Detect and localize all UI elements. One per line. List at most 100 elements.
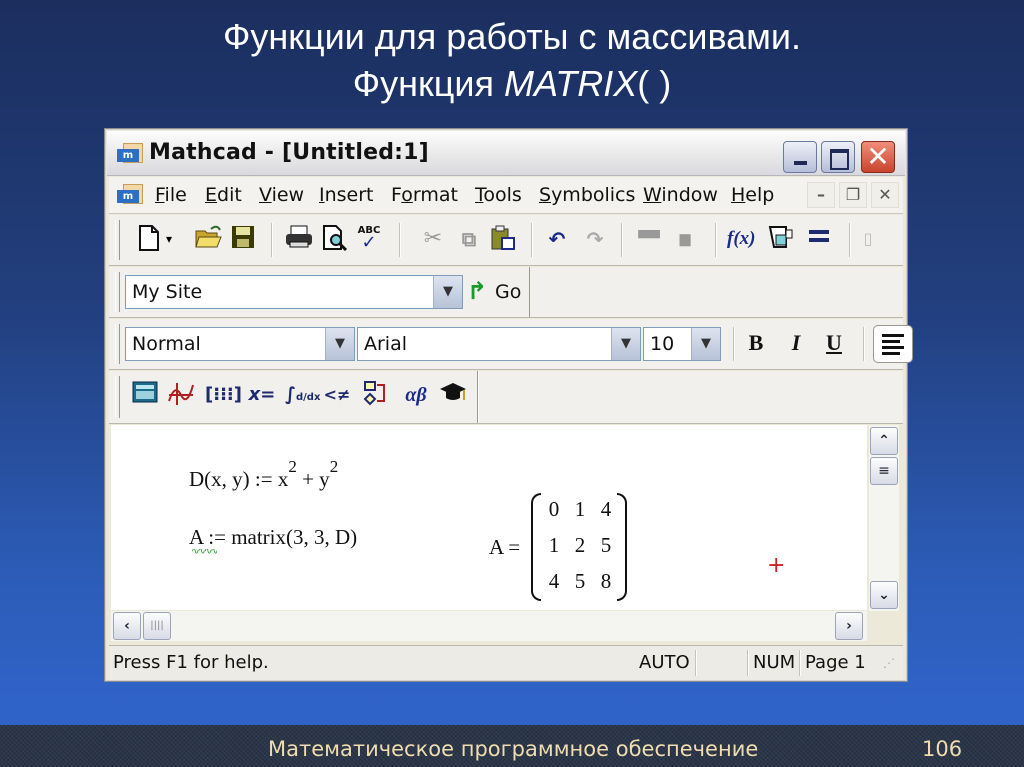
scroll-right-button[interactable]: › <box>835 612 863 640</box>
footer-course-name: Математическое программное обеспечение <box>268 737 759 761</box>
calculator-palette-icon[interactable] <box>131 381 159 409</box>
maximize-icon <box>822 142 854 172</box>
resize-grip-icon[interactable]: ⋰ <box>883 652 895 674</box>
insert-function-icon[interactable]: f(x) <box>727 225 755 253</box>
matrix-cell: 4 <box>600 497 612 521</box>
status-calc-mode: AUTO <box>639 652 690 673</box>
style-combobox[interactable]: Normal ▼ <box>125 327 355 361</box>
print-icon[interactable] <box>285 225 313 253</box>
worksheet-area[interactable]: D(x, y) := x2 + y2 A := matrix(3, 3, D) … <box>111 425 867 610</box>
toolbar-grip[interactable] <box>115 272 120 312</box>
vertical-scrollbar[interactable]: ⌃ ≡ ⌄ <box>869 425 899 611</box>
matrix-cell: 0 <box>548 497 560 521</box>
address-value[interactable]: My Site <box>132 281 202 303</box>
scroll-left-button[interactable]: ‹ <box>113 612 141 640</box>
boolean-palette-icon[interactable]: <≠ <box>323 381 351 409</box>
menu-edit[interactable]: Edit <box>205 184 242 206</box>
menu-window[interactable]: Window <box>643 184 718 206</box>
new-dropdown-icon[interactable]: ▾ <box>161 225 177 253</box>
chevron-left-icon: ‹ <box>124 618 130 634</box>
menu-insert[interactable]: Insert <box>319 184 374 206</box>
toolbar-grip[interactable] <box>115 220 120 260</box>
status-help-text: Press F1 for help. <box>113 652 269 673</box>
spell-check-icon[interactable]: ABC ✓ <box>355 225 383 253</box>
menu-tools[interactable]: Tools <box>475 184 522 206</box>
undo-icon[interactable]: ↶ <box>543 225 571 253</box>
chevron-up-icon: ⌃ <box>878 433 890 449</box>
calculus-palette-icon[interactable]: ∫d/dx <box>285 381 320 409</box>
formatting-toolbar: Normal ▼ Arial ▼ 10 ▼ B I U <box>109 319 913 370</box>
calculate-icon[interactable] <box>805 225 833 253</box>
menu-file[interactable]: File <box>155 184 187 206</box>
chevron-down-icon[interactable]: ▼ <box>433 276 462 308</box>
standard-toolbar: ▾ ABC ✓ ✂ ⧉ ↶ ↷ ▀▀ ▄ ▀ f(x) ▯ <box>109 215 903 266</box>
minimize-button[interactable] <box>783 141 817 173</box>
warning-underline: ∿∿∿∿∿∿∿ <box>191 549 217 555</box>
chevron-down-icon[interactable]: ▼ <box>691 328 720 360</box>
document-close-button[interactable]: ✕ <box>871 182 899 208</box>
align-across-icon[interactable]: ▀▀ <box>635 225 663 253</box>
go-arrow-icon: ↱ <box>467 277 488 305</box>
title-function-name: MATRIX <box>503 63 638 104</box>
left-paren <box>531 493 541 601</box>
document-icon[interactable]: m <box>117 184 143 204</box>
save-icon[interactable] <box>229 225 257 253</box>
go-button[interactable]: ↱ Go <box>467 275 521 309</box>
chevron-down-icon[interactable]: ▼ <box>611 328 640 360</box>
toolbar-grip[interactable] <box>115 324 120 364</box>
graph-palette-icon[interactable] <box>167 381 195 409</box>
go-label: Go <box>495 281 522 303</box>
title-bar[interactable]: m Mathcad - [Untitled:1] ✕ <box>107 131 905 176</box>
paste-icon[interactable] <box>489 225 517 253</box>
menu-view[interactable]: View <box>259 184 304 206</box>
font-size-value[interactable]: 10 <box>650 333 674 355</box>
scroll-up-button[interactable]: ⌃ <box>870 427 898 455</box>
matrix-palette-icon[interactable]: [⁝⁝⁝] <box>205 381 242 409</box>
italic-button[interactable]: I <box>783 329 809 357</box>
document-minimize-button[interactable]: – <box>807 182 835 208</box>
font-size-combobox[interactable]: 10 ▼ <box>643 327 721 361</box>
close-button[interactable]: ✕ <box>861 141 895 173</box>
menu-symbolics[interactable]: Symbolics <box>539 184 635 206</box>
symbolic-palette-icon[interactable] <box>439 381 467 409</box>
function-definition[interactable]: D(x, y) := x2 + y2 <box>189 457 338 492</box>
redo-icon[interactable]: ↷ <box>581 225 609 253</box>
style-value[interactable]: Normal <box>132 333 201 355</box>
bold-button[interactable]: B <box>743 329 769 357</box>
menu-help[interactable]: Help <box>731 184 774 206</box>
open-folder-icon[interactable] <box>195 225 223 253</box>
new-document-icon[interactable] <box>135 225 163 253</box>
greek-palette-icon[interactable]: αβ <box>399 381 433 409</box>
toolbar-grip[interactable] <box>115 376 120 418</box>
insert-unit-icon[interactable] <box>767 225 795 253</box>
slide-title-line2: Функция MATRIX( ) <box>0 62 1024 106</box>
title-suffix: ( ) <box>637 63 672 104</box>
menu-format[interactable]: Format <box>391 184 458 206</box>
resource-center-icon[interactable]: ▯ <box>861 225 875 253</box>
horizontal-scroll-thumb[interactable]: |||| <box>143 612 171 640</box>
horizontal-scrollbar[interactable]: ‹ |||| › <box>111 611 867 641</box>
window-title: Mathcad - [Untitled:1] <box>149 140 429 165</box>
matrix-assignment[interactable]: A := matrix(3, 3, D) <box>189 525 357 550</box>
document-restore-button[interactable]: ❐ <box>839 182 867 208</box>
result-matrix[interactable]: 0 1 4 1 2 5 4 5 8 <box>531 493 627 603</box>
chevron-down-icon[interactable]: ▼ <box>325 328 354 360</box>
maximize-button[interactable] <box>821 141 855 173</box>
matrix-cell: 1 <box>574 497 586 521</box>
mathcad-app-icon[interactable]: m <box>117 143 143 163</box>
print-preview-icon[interactable] <box>321 225 349 253</box>
align-left-button[interactable] <box>873 325 913 363</box>
font-value[interactable]: Arial <box>364 333 407 355</box>
vertical-scroll-thumb[interactable]: ≡ <box>870 457 898 485</box>
address-combobox[interactable]: My Site ▼ <box>125 275 463 309</box>
footer-page-number: 106 <box>922 737 963 761</box>
programming-palette-icon[interactable] <box>361 381 389 409</box>
cut-icon[interactable]: ✂ <box>419 225 447 253</box>
font-combobox[interactable]: Arial ▼ <box>357 327 641 361</box>
scroll-down-button[interactable]: ⌄ <box>870 581 898 609</box>
underline-button[interactable]: U <box>821 329 847 357</box>
copy-icon[interactable]: ⧉ <box>455 225 483 253</box>
result-label[interactable]: A = <box>489 535 520 560</box>
evaluation-palette-icon[interactable]: x= <box>245 381 279 409</box>
align-down-icon[interactable]: ▄ ▀ <box>671 225 699 257</box>
